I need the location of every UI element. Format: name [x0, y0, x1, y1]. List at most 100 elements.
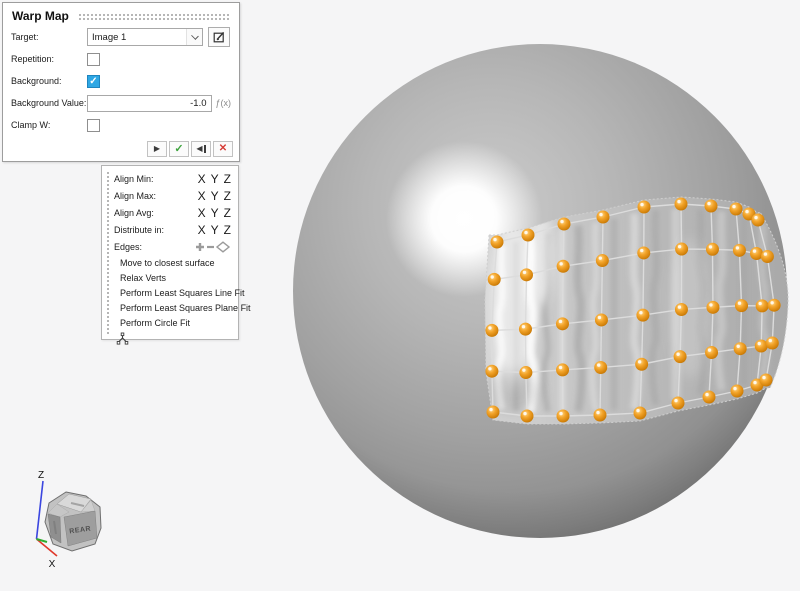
drag-grip[interactable] — [78, 13, 230, 20]
control-point[interactable] — [522, 229, 535, 242]
control-point-highlight — [559, 320, 562, 323]
axis-y-button[interactable]: Y — [211, 172, 219, 186]
axis-y-button[interactable]: Y — [211, 223, 219, 237]
control-point[interactable] — [733, 244, 746, 257]
control-point-highlight — [638, 360, 641, 363]
view-cube-gizmo[interactable]: ZXREAR — [37, 470, 102, 570]
control-point-highlight — [676, 353, 679, 356]
background-row: Background: ✓ — [3, 70, 239, 92]
control-point[interactable] — [556, 363, 569, 376]
repetition-label: Repetition: — [11, 54, 87, 64]
control-point[interactable] — [637, 246, 650, 259]
control-point[interactable] — [750, 247, 763, 260]
axis-x-button[interactable]: X — [198, 172, 206, 186]
cancel-button[interactable]: ✕ — [213, 141, 233, 157]
axis-buttons: XYZ — [193, 172, 231, 186]
control-point-highlight — [640, 203, 643, 206]
merge-verts-icon[interactable] — [116, 332, 129, 345]
control-point[interactable] — [674, 350, 687, 363]
control-point[interactable] — [485, 365, 498, 378]
control-point[interactable] — [705, 346, 718, 359]
control-point[interactable] — [706, 301, 719, 314]
skip-to-start-icon: ◀ — [196, 145, 205, 153]
control-point[interactable] — [638, 201, 651, 214]
repetition-checkbox[interactable] — [87, 53, 100, 66]
control-point-highlight — [598, 316, 601, 319]
control-point[interactable] — [675, 243, 688, 256]
control-point[interactable] — [703, 391, 716, 404]
control-point[interactable] — [520, 268, 533, 281]
edit-target-button[interactable] — [208, 27, 230, 47]
axis-z-button[interactable]: Z — [224, 206, 231, 220]
fx-expression-button[interactable]: ƒ(x) — [216, 98, 232, 108]
control-point[interactable] — [734, 342, 747, 355]
control-point[interactable] — [761, 250, 774, 263]
clamp-w-checkbox[interactable] — [87, 119, 100, 132]
control-point[interactable] — [521, 410, 534, 423]
axis-x-button[interactable]: X — [198, 223, 206, 237]
control-point-highlight — [674, 399, 677, 402]
control-point[interactable] — [485, 324, 498, 337]
control-point[interactable] — [731, 385, 744, 398]
accept-button[interactable]: ✓ — [169, 141, 189, 157]
control-point[interactable] — [594, 361, 607, 374]
control-point[interactable] — [730, 203, 743, 216]
background-checkbox[interactable]: ✓ — [87, 75, 100, 88]
axis-z-button[interactable]: Z — [224, 223, 231, 237]
control-point[interactable] — [705, 200, 718, 213]
control-point[interactable] — [596, 254, 609, 267]
axis-y-button[interactable]: Y — [211, 189, 219, 203]
axis-x-button[interactable]: X — [198, 189, 206, 203]
control-point[interactable] — [634, 407, 647, 420]
menu-item-perform-circle-fit[interactable]: Perform Circle Fit — [114, 315, 238, 330]
menu-item-move-to-closest-surface[interactable]: Move to closest surface — [114, 255, 238, 270]
menu-item-relax-verts[interactable]: Relax Verts — [114, 270, 238, 285]
control-point[interactable] — [519, 366, 532, 379]
background-value-input[interactable]: -1.0 — [87, 95, 212, 112]
control-point[interactable] — [488, 273, 501, 286]
control-point[interactable] — [766, 336, 779, 349]
control-point[interactable] — [768, 299, 781, 312]
control-point-highlight — [736, 246, 739, 249]
control-point[interactable] — [755, 340, 768, 353]
control-point[interactable] — [760, 374, 773, 387]
control-point[interactable] — [557, 410, 570, 423]
control-point-highlight — [523, 271, 526, 274]
control-point[interactable] — [635, 358, 648, 371]
axis-x-button[interactable]: X — [198, 206, 206, 220]
target-dropdown[interactable]: Image 1 — [87, 28, 203, 46]
control-point-highlight — [639, 311, 642, 314]
control-point[interactable] — [756, 299, 769, 312]
control-point[interactable] — [558, 218, 571, 231]
control-point[interactable] — [675, 303, 688, 316]
menu-item-perform-least-squares-plane-fit[interactable]: Perform Least Squares Plane Fit — [114, 300, 238, 315]
control-point[interactable] — [557, 260, 570, 273]
menu-drag-grip[interactable] — [106, 171, 110, 334]
control-point[interactable] — [735, 299, 748, 312]
control-point-highlight — [753, 249, 756, 252]
control-point[interactable] — [491, 236, 504, 249]
control-point[interactable] — [556, 317, 569, 330]
control-point[interactable] — [597, 211, 610, 224]
control-point-highlight — [488, 367, 491, 370]
control-point[interactable] — [752, 214, 765, 227]
reset-button[interactable]: ◀ — [191, 141, 211, 157]
panel-title-bar[interactable]: Warp Map — [3, 3, 239, 26]
axis-y-button[interactable]: Y — [211, 206, 219, 220]
dropdown-arrow-button[interactable] — [186, 29, 202, 45]
control-point[interactable] — [636, 309, 649, 322]
control-point[interactable] — [487, 406, 500, 419]
control-point[interactable] — [672, 397, 685, 410]
control-point[interactable] — [595, 313, 608, 326]
menu-row-edges-: Edges: — [114, 238, 238, 255]
play-button[interactable]: ▶ — [147, 141, 167, 157]
menu-row-distribute-in-: Distribute in:XYZ — [114, 221, 238, 238]
menu-item-perform-least-squares-line-fit[interactable]: Perform Least Squares Line Fit — [114, 285, 238, 300]
edges-icons[interactable] — [195, 241, 231, 253]
axis-z-button[interactable]: Z — [224, 189, 231, 203]
control-point[interactable] — [706, 243, 719, 256]
axis-z-button[interactable]: Z — [224, 172, 231, 186]
control-point[interactable] — [519, 323, 532, 336]
control-point[interactable] — [675, 198, 688, 211]
control-point[interactable] — [594, 409, 607, 422]
